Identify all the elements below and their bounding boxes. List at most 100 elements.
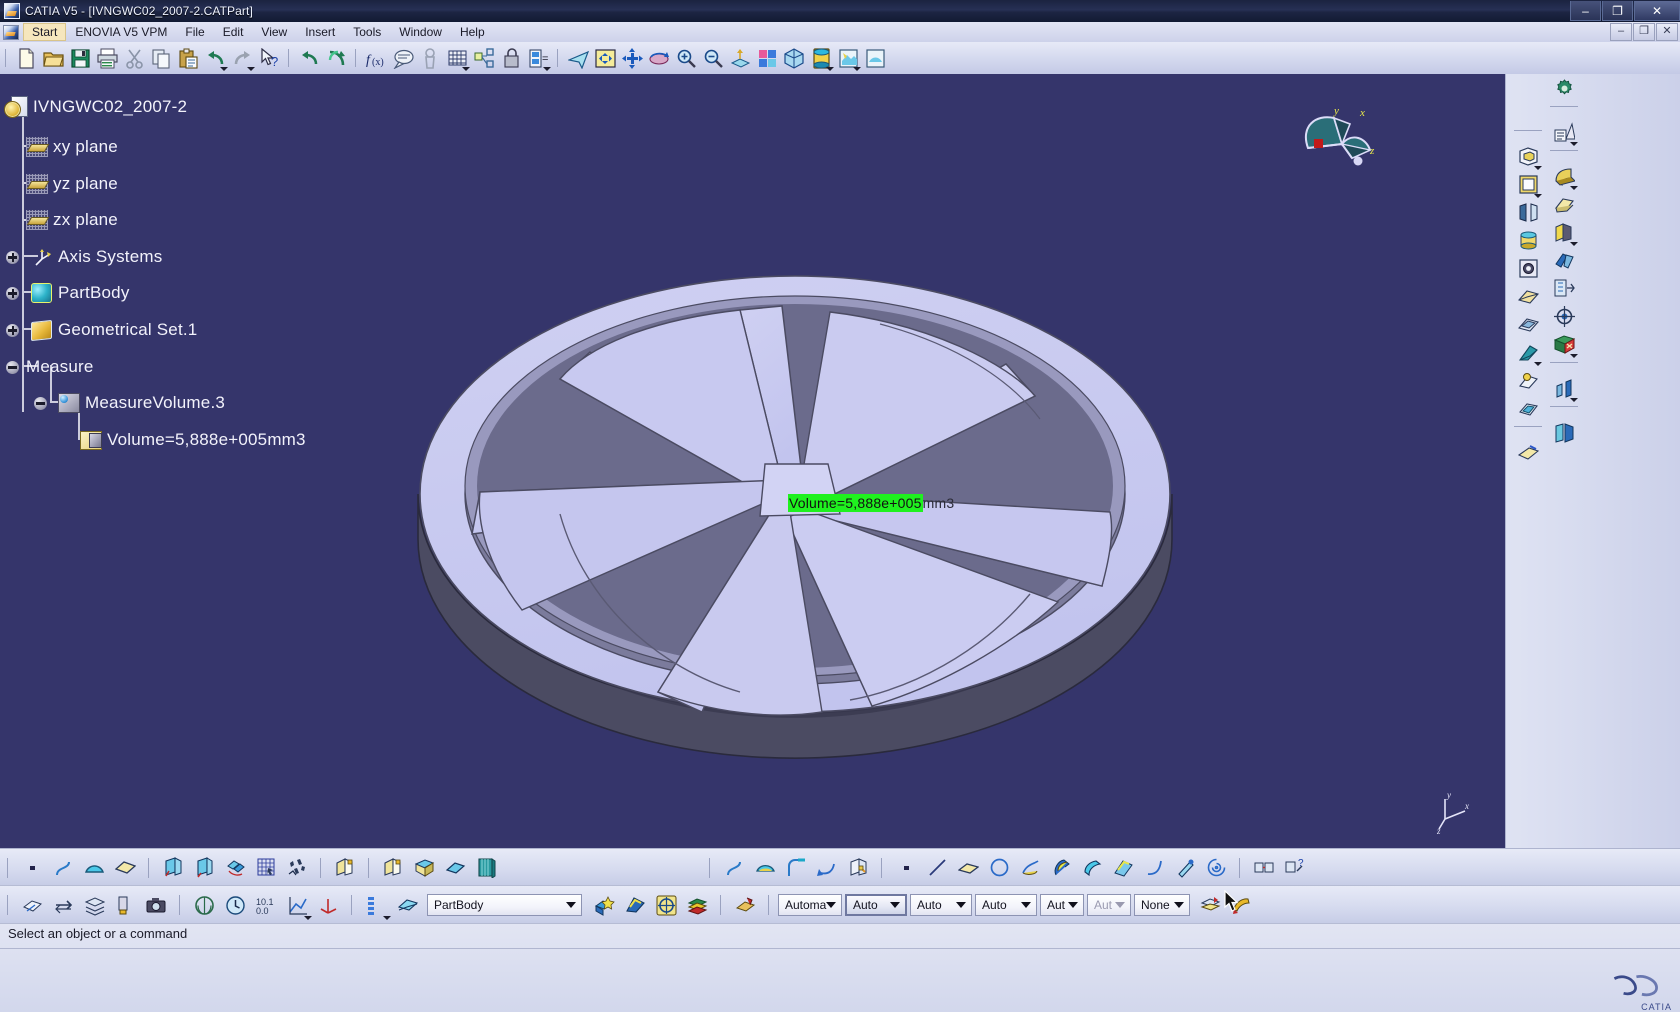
healing-icon[interactable] xyxy=(472,853,501,883)
trim-icon[interactable] xyxy=(410,853,439,883)
dropdown-arrow-icon[interactable] xyxy=(853,67,861,71)
projection-icon[interactable] xyxy=(1171,853,1200,883)
render-icon[interactable] xyxy=(190,890,219,920)
menu-item-start[interactable]: Start xyxy=(23,23,67,41)
split-icon[interactable] xyxy=(1550,419,1578,446)
tree-node-yz-plane[interactable]: yz plane xyxy=(26,174,118,194)
dropdown-arrow-icon[interactable] xyxy=(462,67,470,71)
lock-icon[interactable] xyxy=(499,45,524,71)
doc-close-icon[interactable]: ✕ xyxy=(1656,23,1678,41)
body-selector-combo[interactable]: PartBody xyxy=(427,894,582,916)
pad-icon[interactable] xyxy=(1514,171,1542,198)
material-icon[interactable] xyxy=(731,890,760,920)
tree-node-measure-volume[interactable]: MeasureVolume.3 xyxy=(34,393,225,413)
shell-icon[interactable] xyxy=(1514,395,1542,422)
circle-icon[interactable] xyxy=(985,853,1014,883)
axis-icon[interactable] xyxy=(314,890,343,920)
collapse-minus-icon[interactable] xyxy=(6,360,19,374)
menu-item-view[interactable]: View xyxy=(252,23,296,41)
chevron-down-icon[interactable] xyxy=(890,902,900,908)
spiral-icon[interactable] xyxy=(1202,853,1231,883)
spline-3-icon[interactable] xyxy=(1016,853,1045,883)
dropdown-arrow-icon[interactable] xyxy=(543,67,551,71)
chevron-down-icon[interactable] xyxy=(566,902,576,908)
combo-auto-3[interactable]: Auto xyxy=(975,894,1037,916)
rib-icon[interactable] xyxy=(1514,283,1542,310)
publication-icon[interactable] xyxy=(18,890,47,920)
paste-icon[interactable] xyxy=(176,45,201,71)
dropdown-arrow-icon[interactable] xyxy=(220,67,228,71)
sew-icon[interactable] xyxy=(590,890,619,920)
line-icon[interactable] xyxy=(923,853,952,883)
pocket-icon[interactable] xyxy=(1514,199,1542,226)
measure-between-icon[interactable]: ? xyxy=(1281,853,1310,883)
doc-restore-icon[interactable]: ❐ xyxy=(1633,23,1655,41)
thickness-analysis-icon[interactable] xyxy=(683,890,712,920)
chevron-down-icon[interactable] xyxy=(1021,902,1031,908)
combo-automatic[interactable]: Automa xyxy=(778,894,842,916)
chevron-down-icon[interactable] xyxy=(956,902,966,908)
tree-node-zx-plane[interactable]: zx plane xyxy=(26,210,118,230)
multi-view-icon[interactable] xyxy=(755,45,780,71)
menu-item-tools[interactable]: Tools xyxy=(344,23,390,41)
apply-material-icon[interactable] xyxy=(836,45,861,71)
scaling-icon[interactable] xyxy=(1550,331,1578,358)
chamfer-icon[interactable] xyxy=(1550,191,1578,218)
draft-icon[interactable] xyxy=(1514,367,1542,394)
render-style-icon[interactable] xyxy=(809,45,834,71)
arc-icon[interactable] xyxy=(80,853,109,883)
restore-icon[interactable]: ❐ xyxy=(1602,1,1633,21)
grid-icon[interactable] xyxy=(445,45,470,71)
chevron-down-icon[interactable] xyxy=(1068,902,1078,908)
hole-icon[interactable] xyxy=(1514,255,1542,282)
menu-item-edit[interactable]: Edit xyxy=(214,23,253,41)
translate-icon[interactable] xyxy=(1550,219,1578,246)
tree-node-root[interactable]: IVNGWC02_2007-2 xyxy=(4,96,187,118)
dropdown-arrow-icon[interactable] xyxy=(1534,194,1542,198)
join-icon[interactable] xyxy=(331,853,360,883)
hide-show-icon[interactable] xyxy=(863,45,888,71)
close-icon[interactable]: ✕ xyxy=(1634,1,1680,21)
extrude-surface-icon[interactable] xyxy=(159,853,188,883)
pattern-icon[interactable] xyxy=(1550,275,1578,302)
measure-item-icon[interactable] xyxy=(1250,853,1279,883)
revolve-surface-icon[interactable] xyxy=(190,853,219,883)
mirror-icon[interactable] xyxy=(1550,247,1578,274)
camera-icon[interactable] xyxy=(142,890,171,920)
clock-icon[interactable] xyxy=(221,890,250,920)
extrapolate-icon[interactable] xyxy=(441,853,470,883)
fly-mode-icon[interactable] xyxy=(566,45,591,71)
dropdown-arrow-icon[interactable] xyxy=(1570,242,1578,246)
undo-icon[interactable] xyxy=(203,45,228,71)
parameters-icon[interactable]: = xyxy=(526,45,551,71)
tree-node-volume-value[interactable]: Volume=5,888e+005mm3 xyxy=(80,430,306,450)
redo-icon[interactable] xyxy=(230,45,255,71)
dropdown-arrow-icon[interactable] xyxy=(383,916,391,920)
menu-item-file[interactable]: File xyxy=(176,23,213,41)
stiffener-icon[interactable] xyxy=(1514,339,1542,366)
spline-2-icon[interactable] xyxy=(720,853,749,883)
tree-node-axis-systems[interactable]: Axis Systems xyxy=(6,247,162,267)
sweep-surface-icon[interactable] xyxy=(221,853,250,883)
plane-2-icon[interactable] xyxy=(954,853,983,883)
draft-analysis-icon[interactable] xyxy=(621,890,650,920)
dropdown-arrow-icon[interactable] xyxy=(1570,398,1578,402)
connect-curve-icon[interactable] xyxy=(813,853,842,883)
dropdown-arrow-icon[interactable] xyxy=(1570,186,1578,190)
expand-plus-icon[interactable] xyxy=(6,286,19,300)
pan-icon[interactable] xyxy=(620,45,645,71)
volume-measure-annotation[interactable]: Volume=5,888e+005mm3 xyxy=(788,494,954,512)
expand-plus-icon[interactable] xyxy=(6,323,19,337)
layer-icon[interactable] xyxy=(1196,890,1225,920)
shaft-icon[interactable] xyxy=(1514,227,1542,254)
tree-node-xy-plane[interactable]: xy plane xyxy=(26,137,118,157)
dropdown-arrow-icon[interactable] xyxy=(826,67,834,71)
combo-none[interactable]: None xyxy=(1134,894,1190,916)
dropdown-arrow-icon[interactable] xyxy=(1570,354,1578,358)
normal-view-icon[interactable] xyxy=(728,45,753,71)
menu-item-window[interactable]: Window xyxy=(390,23,451,41)
fit-all-in-icon[interactable] xyxy=(593,45,618,71)
point-2-icon[interactable] xyxy=(892,853,921,883)
geometry-icon[interactable] xyxy=(393,890,422,920)
tree-node-geometrical-set[interactable]: Geometrical Set.1 xyxy=(6,319,197,341)
